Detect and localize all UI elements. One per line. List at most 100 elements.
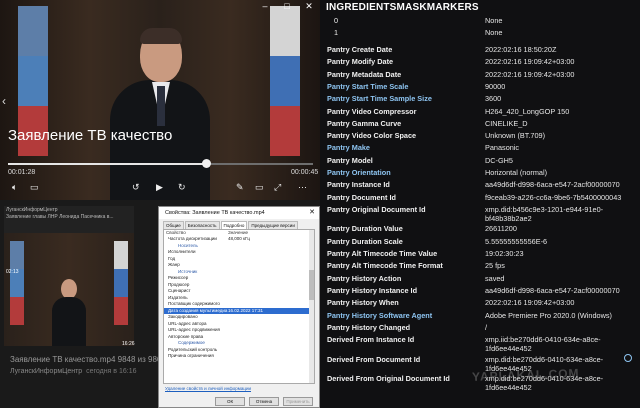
metadata-key[interactable]: Pantry Start Time Scale — [327, 82, 408, 91]
apply-button[interactable]: Применить — [283, 397, 313, 406]
post-duration: 02:13 — [6, 269, 19, 275]
post-thumbnail[interactable] — [4, 233, 134, 346]
metadata-key: Pantry Create Date — [327, 45, 393, 54]
video-post-card[interactable]: ЛуганскИнформЦентр Заявление главы ЛНР Л… — [4, 206, 135, 347]
speaker-figure — [110, 28, 210, 200]
property-value: 48,000 кГц — [228, 236, 250, 241]
post-channel: ЛуганскИнформЦентр сегодня в 16:16 — [10, 368, 136, 375]
thumb-flag-left — [10, 241, 24, 325]
metadata-row: Pantry History Action saved — [327, 274, 639, 286]
remaining-time: 00:00:45 — [291, 169, 319, 176]
property-rows: Частота дискретизации 48,000 кГц Носитель И… — [164, 236, 314, 360]
dialog-tab[interactable]: Безопасность — [184, 221, 220, 229]
fullscreen-icon[interactable]: ⤢ — [274, 182, 281, 193]
property-name: Режиссер — [168, 275, 189, 280]
metadata-value: 2022:02:16 18:50:20Z — [485, 45, 557, 54]
property-name: Год — [168, 255, 176, 261]
metadata-row: Pantry History Changed / — [327, 323, 639, 335]
metadata-key[interactable]: Pantry History Software Agent — [327, 311, 432, 320]
metadata-key: Pantry History When — [327, 298, 399, 308]
metadata-value: None — [485, 16, 503, 25]
property-row[interactable]: Причина ограничения — [164, 353, 314, 360]
metadata-row: Pantry History Instance Id aa49d6df-d998-… — [327, 286, 639, 298]
metadata-row: Pantry Video Color Space Unknown (BT.709) — [327, 131, 639, 143]
rewind-icon[interactable]: ↺ — [132, 182, 140, 193]
player-controls: 🔈︎ ▭ ↺ ▶ ↻ ✎ ▭ ⤢ ⋯ — [0, 180, 320, 200]
metadata-key: Pantry Video Compressor — [327, 106, 417, 116]
metadata-value: Adobe Premiere Pro 2020.0 (Windows) — [485, 310, 612, 320]
metadata-value-continued: 1fd6ee44e452 — [485, 344, 532, 354]
dialog-tab[interactable]: Предыдущие версии — [248, 221, 298, 229]
property-name: Исполнители — [168, 249, 196, 254]
property-col-header: Свойство — [166, 230, 186, 235]
scroll-indicator-icon[interactable] — [624, 354, 632, 362]
metadata-key: Pantry Modify Date — [327, 57, 394, 67]
metadata-row: Pantry Create Date 2022:02:16 18:50:20Z — [327, 45, 639, 57]
post-header: ЛуганскИнформЦентр Заявление главы ЛНР Л… — [6, 207, 114, 221]
previous-arrow-icon[interactable]: ‹ — [2, 94, 6, 108]
captions-icon[interactable]: ▭ — [30, 182, 39, 193]
metadata-row: Pantry Orientation Horizontal (normal) — [327, 168, 639, 180]
metadata-row: 1 None — [327, 28, 639, 40]
dialog-tab[interactable]: Общие — [163, 221, 184, 229]
channel-name[interactable]: ЛуганскИнформЦентр — [10, 368, 82, 375]
dialog-close-icon[interactable]: ✕ — [309, 207, 315, 219]
cancel-button[interactable]: Отмена — [249, 397, 279, 406]
metadata-row: Pantry Alt Timecode Time Format 25 fps — [327, 261, 639, 273]
window-controls: – □ ✕ — [254, 0, 320, 12]
metadata-row: Pantry Start Time Sample Size 3600 — [327, 94, 639, 106]
metadata-key: Pantry Document Id — [327, 192, 396, 202]
remove-properties-link[interactable]: Удаление свойств и личной информации — [159, 384, 319, 393]
property-name: Сценарист — [168, 288, 191, 293]
cast-icon[interactable]: ▭ — [255, 182, 264, 193]
properties-scrollbar[interactable] — [309, 230, 314, 383]
seek-bar[interactable] — [8, 159, 313, 168]
seek-fill — [8, 163, 207, 165]
metadata-key[interactable]: Pantry Make — [327, 143, 370, 152]
metadata-row: Pantry Document Id f9ceab39-a226-cc6a-9be… — [327, 193, 639, 205]
metadata-value: DC-GH5 — [485, 155, 513, 165]
forward-icon[interactable]: ↻ — [178, 182, 186, 193]
property-name: Издатель — [168, 294, 188, 300]
metadata-row: Pantry Duration Scale 5.55555555556E-6 — [327, 237, 639, 249]
post-filename[interactable]: Заявление ТВ качество.mp4 9848 из 9865 — [10, 355, 166, 364]
properties-list[interactable]: Свойство Значение Частота дискретизации 4… — [163, 229, 315, 384]
play-icon[interactable]: ▶ — [156, 182, 163, 193]
metadata-value: CINELIKE_D — [485, 118, 528, 128]
volume-icon[interactable]: 🔈︎ — [12, 182, 17, 193]
metadata-key: Pantry Duration Scale — [327, 236, 403, 246]
metadata-value: 90000 — [485, 81, 506, 91]
metadata-value: 2022:02:16 19:09:42+03:00 — [485, 69, 575, 79]
metadata-value-continued: 1fd6ee44e452 — [485, 383, 532, 393]
metadata-value: 5.55555555556E-6 — [485, 236, 548, 246]
maximize-icon[interactable]: □ — [276, 0, 298, 12]
metadata-key: Pantry Original Document Id — [327, 204, 426, 214]
metadata-section-header: INGREDIENTSMASKMARKERS — [326, 2, 479, 13]
dialog-tab[interactable]: Подробно — [220, 221, 248, 229]
metadata-key[interactable]: Pantry Orientation — [327, 168, 391, 177]
metadata-value: 26611200 — [485, 224, 517, 234]
property-name: Продюсер — [168, 281, 190, 287]
property-name: URL-адрес продвижения — [168, 327, 220, 332]
property-name: Причина ограничения — [168, 353, 214, 358]
metadata-value: 3600 — [485, 94, 502, 104]
metadata-key: Pantry Alt Timecode Time Value — [327, 249, 438, 258]
metadata-value: xmp.did:b456c9e3-1201-e944-91e0- — [485, 204, 604, 214]
metadata-value: f9ceab39-a226-cc6a-9be6-7b5400000043 — [485, 192, 622, 202]
minimize-icon[interactable]: – — [254, 0, 276, 12]
property-name: Дата создания мультимедиа — [168, 307, 228, 313]
ok-button[interactable]: ОК — [215, 397, 245, 406]
metadata-value: None — [485, 27, 503, 37]
metadata-key: Pantry Video Color Space — [327, 131, 417, 141]
property-name: Источник — [178, 268, 198, 274]
more-icon[interactable]: ⋯ — [298, 182, 307, 193]
video-player[interactable]: – □ ✕ ‹ Заявление ТВ качество 00:01:28 0… — [0, 0, 320, 200]
metadata-key: Pantry Metadata Date — [327, 69, 402, 79]
metadata-row: Pantry Start Time Scale 90000 — [327, 82, 639, 94]
property-name: Носитель — [178, 242, 198, 248]
close-icon[interactable]: ✕ — [298, 0, 320, 12]
metadata-key[interactable]: Pantry Start Time Sample Size — [327, 94, 432, 103]
metadata-row: Pantry Duration Value 26611200 — [327, 224, 639, 236]
metadata-key: Derived From Document Id — [327, 354, 421, 364]
edit-icon[interactable]: ✎ — [236, 182, 244, 193]
